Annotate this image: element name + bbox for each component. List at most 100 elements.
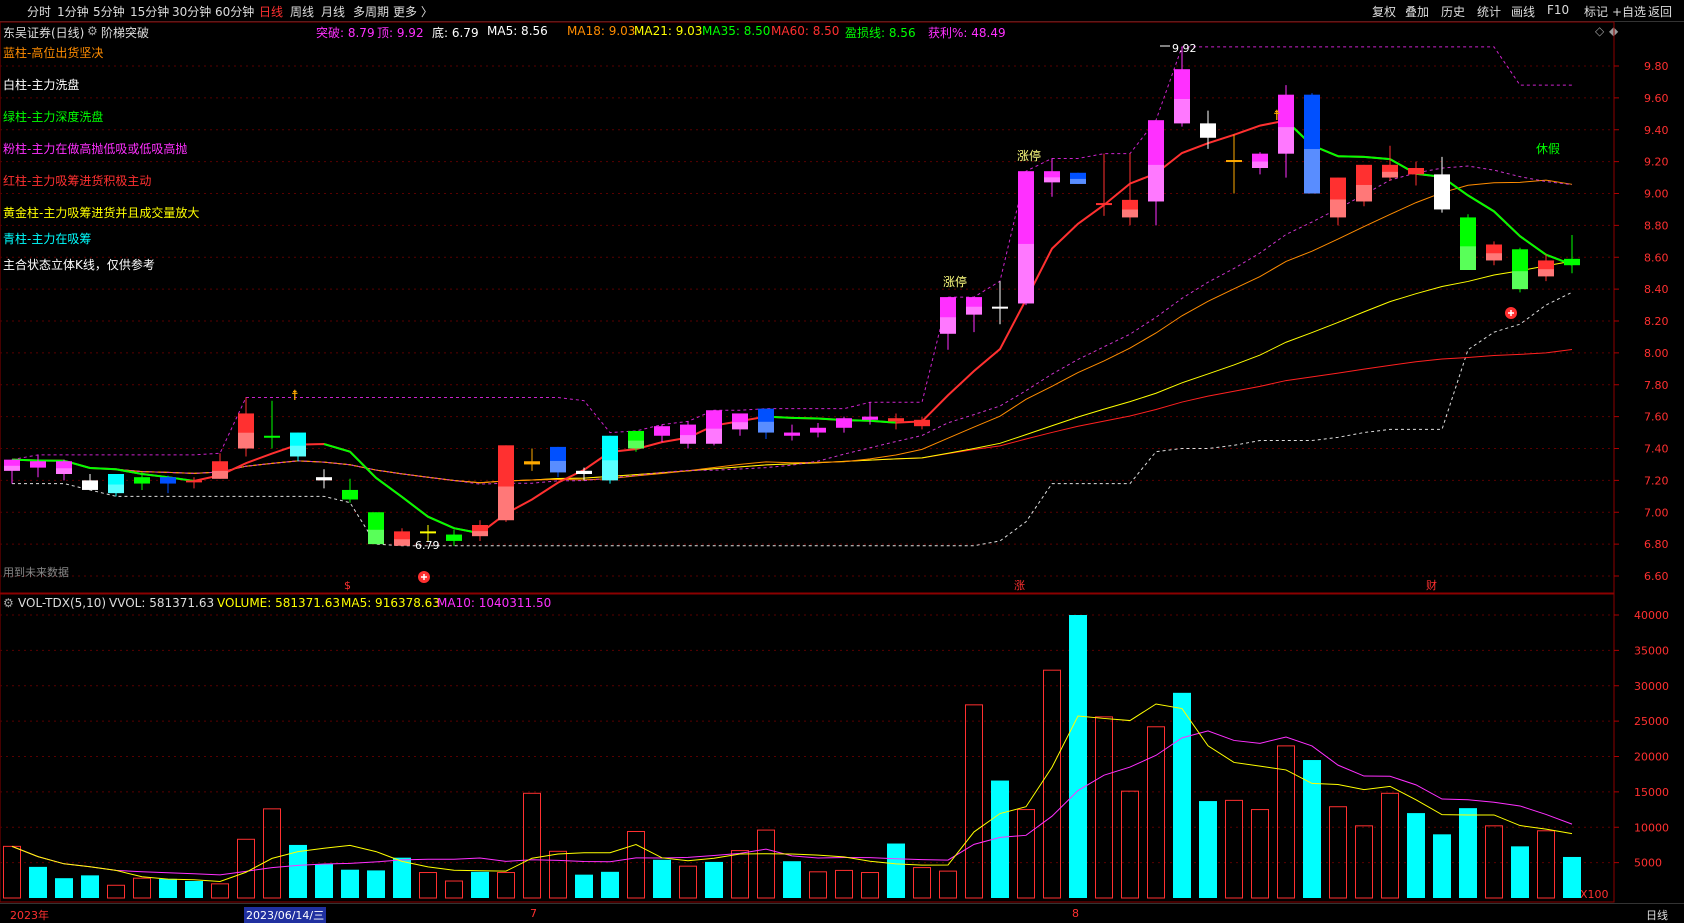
- volume-unit-label: X100: [1580, 888, 1609, 901]
- price-axis-label: 8.00: [1644, 347, 1669, 360]
- runner-signal-icon: ☨: [1273, 108, 1281, 124]
- candle-body: [576, 471, 592, 474]
- volume-ma10-line: [12, 731, 1572, 875]
- price-axis-label: 7.00: [1644, 506, 1669, 519]
- candle-body-shade: [290, 446, 306, 457]
- volume-bar: [55, 878, 73, 898]
- volume-bar: [134, 878, 151, 898]
- volume-bar: [1382, 793, 1399, 898]
- candle-body: [862, 417, 878, 420]
- volume-bar: [1330, 807, 1347, 898]
- volume-bar: [1538, 831, 1555, 898]
- candle: [1044, 158, 1060, 196]
- volume-bar: [653, 860, 671, 898]
- candle-body-shade: [472, 531, 488, 536]
- candle-body-shade: [1434, 194, 1450, 210]
- candle: [914, 417, 930, 430]
- price-axis-label: 6.80: [1644, 538, 1669, 551]
- candle: [368, 512, 384, 544]
- ma5-down-segment: [428, 517, 454, 528]
- candle-body-shade: [1460, 246, 1476, 270]
- volume-bar: [159, 879, 177, 898]
- candle-body-shade: [1252, 162, 1268, 168]
- candle-body-shade: [4, 466, 20, 471]
- volume-bar: [341, 870, 359, 898]
- volume-bar: [887, 844, 905, 898]
- price-axis-label: 9.20: [1644, 156, 1669, 169]
- candle: [602, 436, 618, 484]
- ma5-down-segment: [324, 444, 350, 452]
- volume-bar: [212, 884, 229, 898]
- candle: [940, 297, 956, 350]
- volume-bar: [966, 705, 983, 898]
- volume-bar: [575, 875, 593, 898]
- candle-body: [342, 490, 358, 500]
- candle: [1278, 85, 1294, 177]
- candle: [82, 474, 98, 490]
- candle-body-shade: [1122, 210, 1138, 218]
- volume-bar: [367, 870, 385, 898]
- candle: [108, 474, 124, 496]
- ma5-down-segment: [1468, 195, 1494, 211]
- candle-body-shade: [758, 422, 774, 433]
- candle: [1408, 162, 1424, 186]
- volume-bar: [1563, 857, 1581, 898]
- candle: [1174, 47, 1190, 127]
- candlestick-chart[interactable]: 9.809.609.409.209.008.808.608.408.208.00…: [0, 0, 1684, 922]
- ma5-down-segment: [1494, 211, 1520, 236]
- volume-bar: [1356, 826, 1373, 898]
- candle: [1330, 178, 1346, 226]
- price-axis-label: 7.20: [1644, 474, 1669, 487]
- volume-bar: [1069, 615, 1087, 898]
- candle-body-shade: [1356, 185, 1372, 201]
- candle-body-shade: [1278, 127, 1294, 154]
- gear-icon[interactable]: ⚙: [3, 596, 14, 610]
- candle-body: [446, 535, 462, 541]
- volume-bar: [4, 846, 21, 898]
- volume-bar: [1433, 834, 1451, 898]
- ma5-down-segment: [792, 418, 818, 419]
- volume-bar: [315, 864, 333, 898]
- volume-bar: [185, 881, 203, 898]
- candle-body-shade: [1538, 269, 1554, 276]
- volume-axis-label: 30000: [1634, 680, 1669, 693]
- candle: [212, 453, 228, 479]
- volume-bar: [550, 851, 567, 898]
- candle-body-shade: [56, 468, 72, 474]
- volume-bar: [1407, 813, 1425, 898]
- volume-bar: [1459, 808, 1477, 898]
- volume-bar: [446, 881, 463, 898]
- candle: [498, 445, 514, 522]
- candle: [1252, 152, 1268, 174]
- price-axis-label: 9.40: [1644, 124, 1669, 137]
- volume-axis-label: 15000: [1634, 786, 1669, 799]
- candle: [758, 409, 774, 439]
- volume-bar: [940, 871, 957, 898]
- candle: [1538, 254, 1554, 281]
- candle-body: [82, 480, 98, 490]
- candle: [966, 297, 982, 332]
- candle-body: [186, 480, 202, 482]
- candle-body: [30, 461, 46, 467]
- candle: [1304, 93, 1320, 193]
- period-label[interactable]: 日线: [1646, 907, 1668, 923]
- vvol-value: VVOL: 581371.63: [109, 596, 214, 610]
- candle-body-shade: [1512, 271, 1528, 289]
- ma5-down-segment: [1338, 156, 1364, 157]
- candle: [1434, 157, 1450, 213]
- candle: [1460, 214, 1476, 270]
- volume-bar: [393, 858, 411, 898]
- volume-bar: [1486, 826, 1503, 898]
- volume-bar: [1199, 801, 1217, 898]
- top-price-label: 9.92: [1172, 42, 1197, 55]
- candle-body-shade: [238, 433, 254, 449]
- volume-bar: [758, 830, 775, 898]
- event-marker-s: $: [344, 579, 351, 592]
- volume-bar: [471, 872, 489, 898]
- volume-indicator-name[interactable]: VOL-TDX(5,10): [18, 596, 106, 610]
- candle: [160, 476, 176, 494]
- candle: [1356, 165, 1372, 206]
- candle: [238, 398, 254, 457]
- candle-body-shade: [602, 460, 618, 480]
- candle: [1122, 154, 1138, 226]
